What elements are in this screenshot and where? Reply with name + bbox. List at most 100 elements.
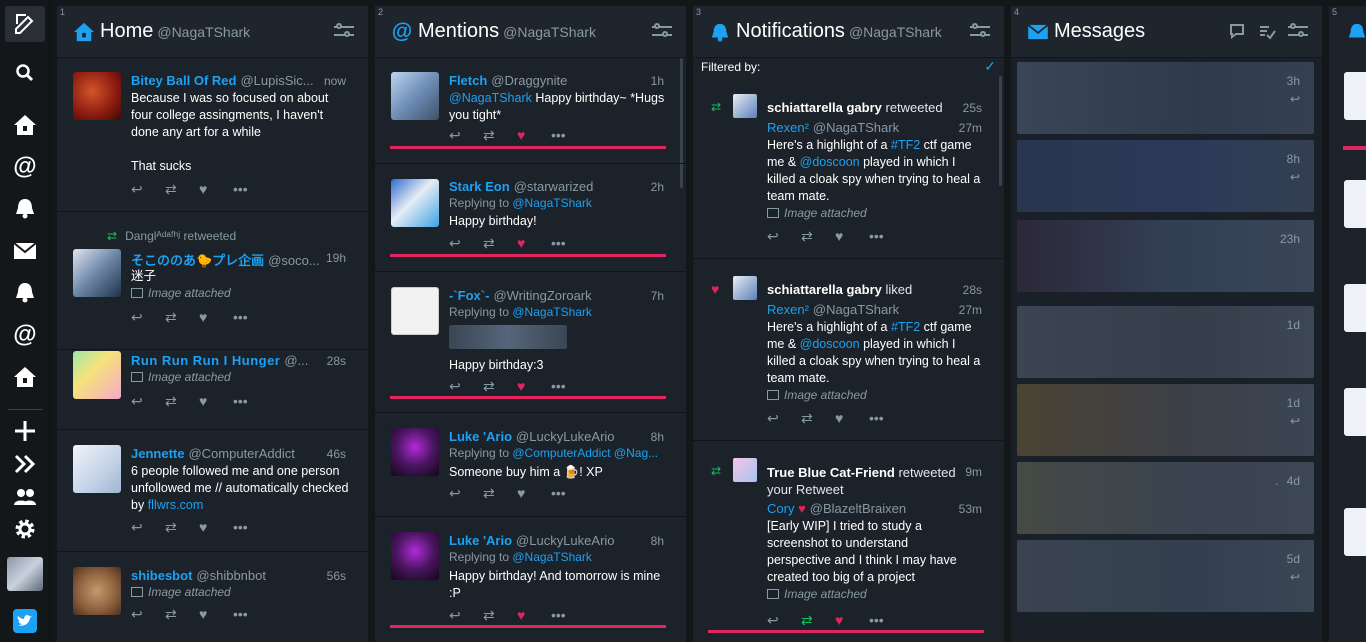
retweet-icon[interactable]: ⇄ [483,128,517,142]
more-icon[interactable]: ••• [551,608,585,622]
image-attached[interactable]: Image attached [767,206,867,220]
notification-item[interactable]: ⇄ True Blue Cat-Friend retweeted your Ret… [693,442,1004,642]
like-icon[interactable]: ♥ [835,411,869,425]
retweet-icon[interactable]: ⇄ [801,613,835,627]
avatar[interactable] [1344,388,1366,436]
tweet-author[interactable]: Luke 'Ario @LuckyLukeArio [449,429,615,444]
tweet-time[interactable]: 2h [651,180,664,194]
nav-home-button-2[interactable] [0,362,50,392]
nav-messages-button[interactable] [0,236,50,266]
avatar[interactable] [73,351,121,399]
image-attached[interactable]: Image attached [131,585,231,599]
tweet[interactable]: Jennette @ComputerAddict 46s 6 people fol… [57,431,368,552]
image-attached[interactable]: Image attached [131,370,231,384]
search-button[interactable] [0,58,50,88]
reply-icon[interactable]: ↩ [131,394,165,408]
new-message-icon[interactable] [1228,22,1246,40]
reply-to-link[interactable]: @ComputerAddict @Nag... [512,446,658,460]
mention-link[interactable]: @NagaTShark [449,91,532,105]
like-icon[interactable]: ♥ [517,608,551,622]
reply-icon[interactable]: ↩ [449,486,483,500]
tweet[interactable]: ⇄ Danglᴬᵈᵃᶠʰʲ retweeted そこののあ🐤プレ企画 @soco..… [57,213,368,350]
like-icon[interactable]: ♥ [199,310,233,324]
avatar[interactable] [733,276,757,300]
hashtag-link[interactable]: #TF2 [891,138,920,152]
tweet-time[interactable]: 27m [959,121,982,135]
column-options-button[interactable] [652,23,672,39]
more-icon[interactable]: ••• [551,486,585,500]
column-options-button[interactable] [970,23,990,39]
notification-time[interactable]: 25s [963,101,982,115]
reply-icon[interactable]: ↩ [767,229,801,243]
message-thread[interactable]: 1d ↩ [1017,384,1314,456]
tweet-time[interactable]: 1h [651,74,664,88]
nav-mentions-button[interactable]: @ [0,152,50,182]
mention-link[interactable]: @doscoon [800,155,860,169]
like-icon[interactable]: ♥ [517,379,551,393]
retweet-icon[interactable]: ⇄ [165,182,199,196]
avatar[interactable] [1344,72,1366,120]
mention-link[interactable]: @doscoon [800,337,860,351]
nav-home-button[interactable] [0,110,50,140]
tweet-author[interactable]: shibesbot @shibbnbot [131,568,266,583]
reply-icon[interactable]: ↩ [131,520,165,534]
image-attached[interactable]: Image attached [767,388,867,402]
avatar[interactable] [1344,180,1366,228]
notification-item[interactable]: ⇄ schiattarella gabry retweeted 25s Rexe… [693,78,1004,259]
avatar[interactable] [391,532,439,580]
tweet-time[interactable]: 56s [327,569,346,583]
hashtag-link[interactable]: #TF2 [891,320,920,334]
compose-tweet-button[interactable] [5,6,45,42]
avatar[interactable] [391,179,439,227]
tweet-author[interactable]: そこののあ🐤プレ企画 @soco... [131,250,320,269]
expand-nav-button[interactable] [0,449,50,479]
tweet[interactable]: shibesbot @shibbnbot 56s Image attached ↩… [57,553,368,642]
reply-icon[interactable]: ↩ [449,128,483,142]
avatar[interactable] [73,72,121,120]
tweet-time[interactable]: 27m [959,303,982,317]
more-icon[interactable]: ••• [551,379,585,393]
tweet-author[interactable]: -`Fox`- @WritingZoroark [449,288,592,303]
like-icon[interactable]: ♥ [517,236,551,250]
reply-icon[interactable]: ↩ [767,613,801,627]
more-icon[interactable]: ••• [869,411,903,425]
retweet-icon[interactable]: ⇄ [483,608,517,622]
reply-to-link[interactable]: @NagaTShark [512,550,592,564]
notification-actor[interactable]: schiattarella gabry liked [767,282,912,297]
more-icon[interactable]: ••• [551,236,585,250]
retweet-icon[interactable]: ⇄ [165,394,199,408]
settings-button[interactable] [0,514,50,544]
like-icon[interactable]: ♥ [199,182,233,196]
tweet-author[interactable]: Jennette @ComputerAddict [131,446,295,461]
tweet-time[interactable]: 53m [959,502,982,516]
avatar[interactable] [733,94,757,118]
account-avatar[interactable] [7,557,43,591]
reply-to-link[interactable]: @NagaTShark [512,196,592,210]
notification-time[interactable]: 9m [965,465,982,479]
more-icon[interactable]: ••• [233,520,267,534]
message-thread[interactable]: 23h [1017,220,1314,292]
tweet-time[interactable]: 8h [651,534,664,548]
tweet-time[interactable]: 8h [651,430,664,444]
tweet[interactable]: Bitey Ball Of Red @LupisSic... now Becaus… [57,58,368,212]
avatar[interactable] [391,428,439,476]
retweet-icon[interactable]: ⇄ [165,310,199,324]
message-thread[interactable]: 8h ↩ [1017,140,1314,212]
image-attached[interactable]: Image attached [767,587,867,601]
tweet-author[interactable]: Fletch @Draggynite [449,73,567,88]
reply-icon[interactable]: ↩ [449,608,483,622]
like-icon[interactable]: ♥ [835,613,869,627]
tweet-author[interactable]: Bitey Ball Of Red @LupisSic... [131,73,314,88]
notification-actor[interactable]: schiattarella gabry retweeted [767,100,943,115]
tweet-author[interactable]: Rexen² @NagaTShark [767,302,899,317]
accounts-button[interactable] [0,482,50,512]
tweet-time[interactable]: now [324,74,346,88]
reply-icon[interactable]: ↩ [449,379,483,393]
tweet[interactable]: -`Fox`- @WritingZoroark 7h Replying to @N… [375,273,686,413]
more-icon[interactable]: ••• [233,182,267,196]
tweet-author[interactable]: Cory ♥ @BlazeltBraixen [767,501,906,516]
retweet-icon[interactable]: ⇄ [165,520,199,534]
tweet-link[interactable]: fllwrs.com [148,498,204,512]
tweet-time[interactable]: 19h [326,251,346,265]
nav-mentions-button-2[interactable]: @ [0,320,50,350]
